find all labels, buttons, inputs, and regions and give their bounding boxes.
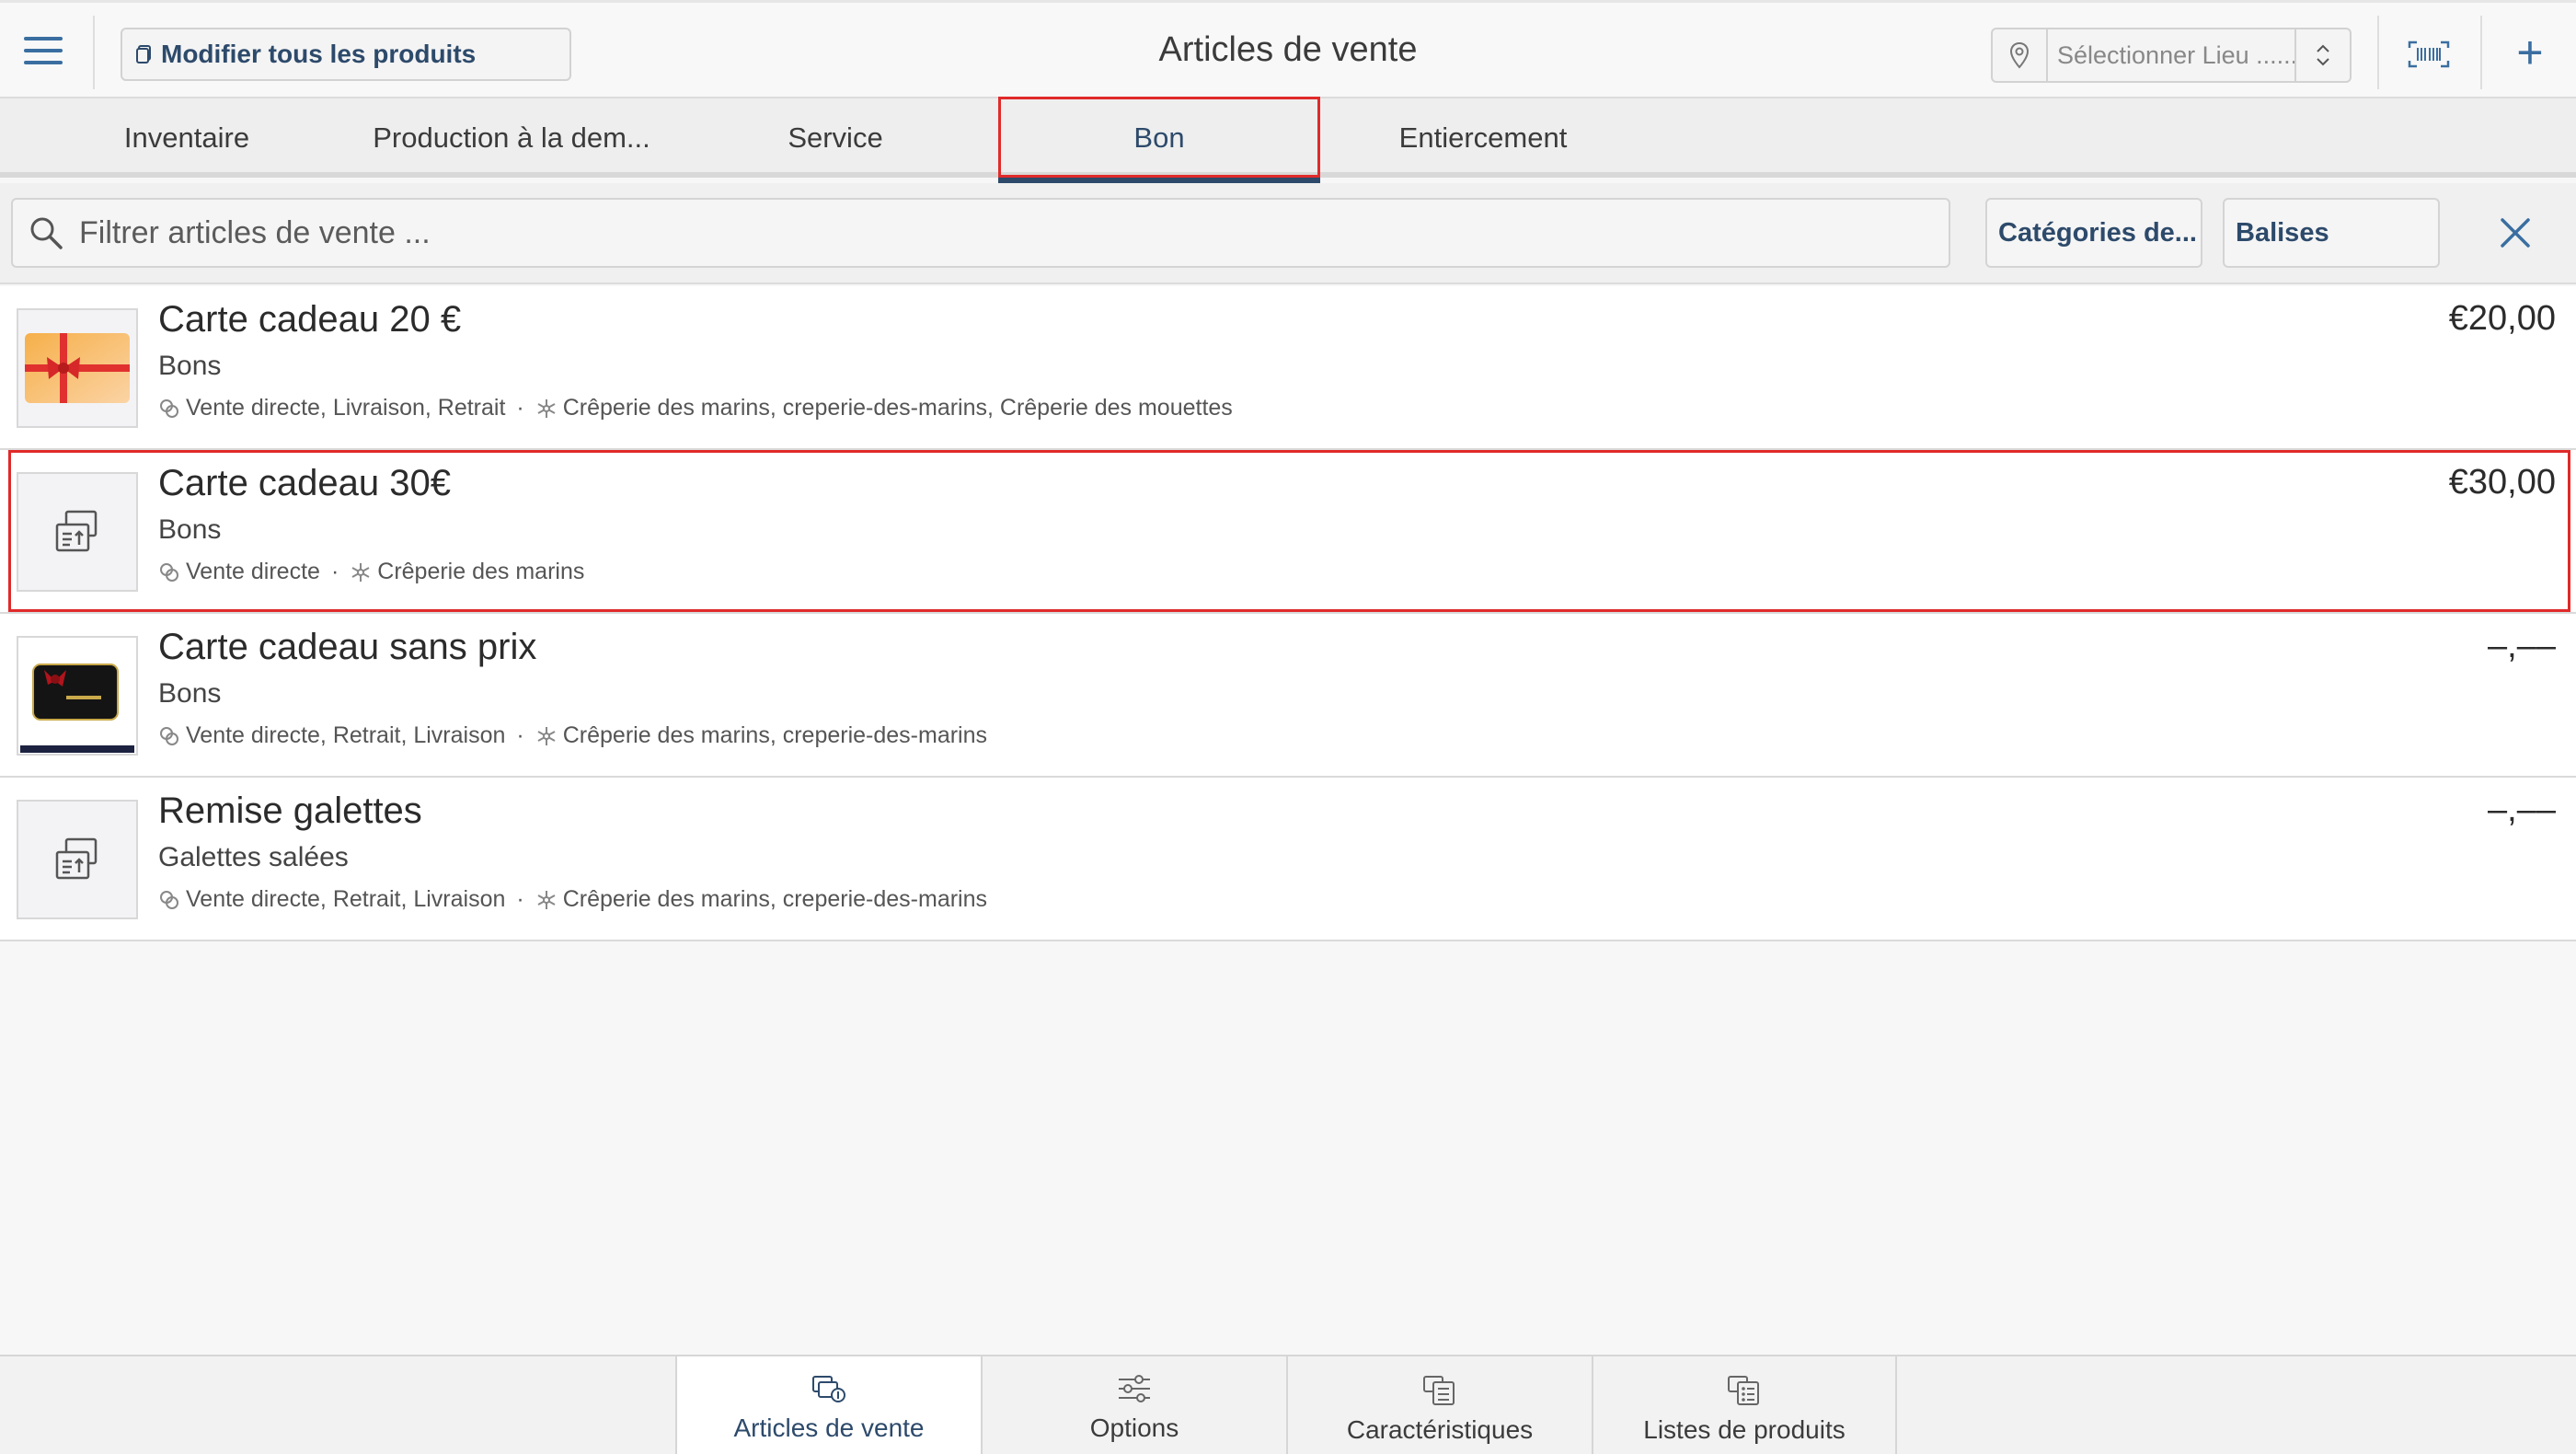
features-icon — [1423, 1376, 1455, 1405]
filter-bar: Filtrer articles de vente ... Catégories… — [0, 183, 2576, 284]
nav-product-lists[interactable]: Listes de produits — [1592, 1356, 1897, 1454]
nav-label: Articles de vente — [733, 1414, 925, 1442]
item-meta: Vente directe, Retrait, Livraison · Crêp… — [158, 722, 987, 749]
bottom-navigation: Articles de vente Options Caractéristiqu… — [0, 1355, 2576, 1454]
voucher-thumbnail — [17, 800, 138, 919]
item-channels: Vente directe — [186, 559, 320, 584]
hamburger-menu-icon[interactable] — [13, 23, 74, 78]
select-chevrons-icon — [2294, 29, 2350, 81]
item-locations: Crêperie des marins — [377, 559, 585, 584]
location-select[interactable]: Sélectionner Lieu ...... — [1991, 28, 2352, 83]
tab-label: Entiercement — [1398, 121, 1568, 154]
edit-products-icon — [136, 45, 151, 63]
item-category: Bons — [158, 351, 222, 381]
nav-options[interactable]: Options — [981, 1356, 1286, 1454]
meta-separator: · — [516, 886, 524, 912]
sale-items-icon — [812, 1376, 845, 1402]
add-plus-icon[interactable]: + — [2504, 25, 2556, 80]
top-bar: Modifier tous les produits Articles de v… — [0, 0, 2576, 98]
item-category: Bons — [158, 514, 222, 545]
sales-channel-icon — [160, 398, 178, 418]
list-item[interactable]: Remise galettes Galettes salées Vente di… — [0, 778, 2576, 941]
gift-card-thumbnail — [17, 636, 138, 756]
item-price: €20,00 — [2448, 299, 2556, 338]
divider — [93, 16, 95, 89]
item-title: Carte cadeau 30€ — [158, 463, 452, 503]
tags-filter-button[interactable]: Balises — [2223, 198, 2440, 268]
tab-entiercement[interactable]: Entiercement — [1362, 98, 1604, 178]
list-item[interactable]: Carte cadeau 30€ Bons Vente directe · Cr… — [0, 450, 2576, 614]
sliders-icon — [1119, 1375, 1150, 1402]
divider — [2377, 16, 2379, 89]
tab-label: Inventaire — [123, 121, 250, 154]
sales-channel-icon — [160, 726, 178, 745]
tags-filter-label: Balises — [2236, 217, 2329, 248]
tab-bon[interactable]: Bon — [998, 97, 1320, 183]
item-category: Bons — [158, 678, 222, 709]
tab-inventaire[interactable]: Inventaire — [83, 98, 291, 178]
search-input[interactable]: Filtrer articles de vente ... — [11, 198, 1950, 268]
sales-channel-icon — [160, 890, 178, 909]
close-icon[interactable] — [2490, 207, 2541, 259]
voucher-icon — [55, 510, 98, 552]
meta-separator: · — [516, 722, 524, 748]
item-locations: Crêperie des marins, creperie-des-marins — [562, 722, 988, 748]
location-select-placeholder: Sélectionner Lieu ...... — [2057, 40, 2294, 69]
location-snowflake-icon — [537, 398, 556, 418]
nav-sale-items[interactable]: Articles de vente — [675, 1356, 981, 1454]
nav-label: Caractéristiques — [1346, 1415, 1534, 1444]
divider — [2480, 16, 2482, 89]
nav-label: Options — [1089, 1414, 1179, 1442]
item-meta: Vente directe, Retrait, Livraison · Crêp… — [158, 886, 987, 913]
black-gift-card-image — [20, 639, 134, 753]
tab-service[interactable]: Service — [727, 98, 944, 178]
location-snowflake-icon — [537, 726, 556, 745]
item-meta: Vente directe · Crêperie des marins — [158, 559, 584, 585]
sales-channel-icon — [160, 562, 178, 582]
categories-filter-button[interactable]: Catégories de... — [1985, 198, 2202, 268]
item-title: Carte cadeau 20 € — [158, 299, 462, 340]
list-item[interactable]: Carte cadeau sans prix Bons Vente direct… — [0, 614, 2576, 778]
voucher-icon — [55, 837, 98, 880]
nav-label: Listes de produits — [1643, 1415, 1846, 1444]
item-title: Remise galettes — [158, 790, 422, 831]
location-snowflake-icon — [537, 890, 556, 909]
tab-label: Production à la dem... — [373, 121, 650, 154]
item-price: –,–– — [2488, 627, 2556, 665]
barcode-scan-icon[interactable] — [2403, 29, 2455, 80]
item-title: Carte cadeau sans prix — [158, 627, 537, 667]
item-locations: Crêperie des marins, creperie-des-marins — [562, 886, 988, 912]
sale-items-list: Carte cadeau 20 € Bons Vente directe, Li… — [0, 286, 2576, 941]
item-channels: Vente directe, Retrait, Livraison — [186, 886, 506, 912]
location-pin-icon — [1993, 29, 2048, 81]
category-tabs: Inventaire Production à la dem... Servic… — [0, 97, 2576, 183]
nav-features[interactable]: Caractéristiques — [1286, 1356, 1592, 1454]
voucher-thumbnail — [17, 472, 138, 592]
item-price: €30,00 — [2448, 463, 2556, 502]
product-lists-icon — [1728, 1376, 1759, 1405]
edit-all-products-button[interactable]: Modifier tous les produits — [121, 28, 571, 81]
search-icon — [13, 214, 79, 251]
tab-production[interactable]: Production à la dem... — [350, 98, 673, 178]
item-meta: Vente directe, Livraison, Retrait · Crêp… — [158, 395, 1233, 421]
meta-separator: · — [330, 559, 339, 584]
tab-label: Service — [788, 121, 883, 154]
meta-separator: · — [516, 395, 524, 421]
item-price: –,–– — [2488, 790, 2556, 829]
edit-all-products-label: Modifier tous les produits — [161, 40, 477, 68]
gift-card-image — [25, 333, 130, 403]
item-channels: Vente directe, Retrait, Livraison — [186, 722, 506, 748]
item-channels: Vente directe, Livraison, Retrait — [186, 395, 506, 421]
gift-card-thumbnail — [17, 308, 138, 428]
item-category: Galettes salées — [158, 842, 349, 872]
location-snowflake-icon — [351, 562, 370, 582]
categories-filter-label: Catégories de... — [1998, 217, 2197, 248]
highlight-box — [998, 97, 1320, 178]
item-locations: Crêperie des marins, creperie-des-marins… — [562, 395, 1233, 421]
list-item[interactable]: Carte cadeau 20 € Bons Vente directe, Li… — [0, 286, 2576, 450]
page-title: Articles de vente — [1158, 30, 1418, 69]
search-placeholder: Filtrer articles de vente ... — [79, 214, 431, 250]
